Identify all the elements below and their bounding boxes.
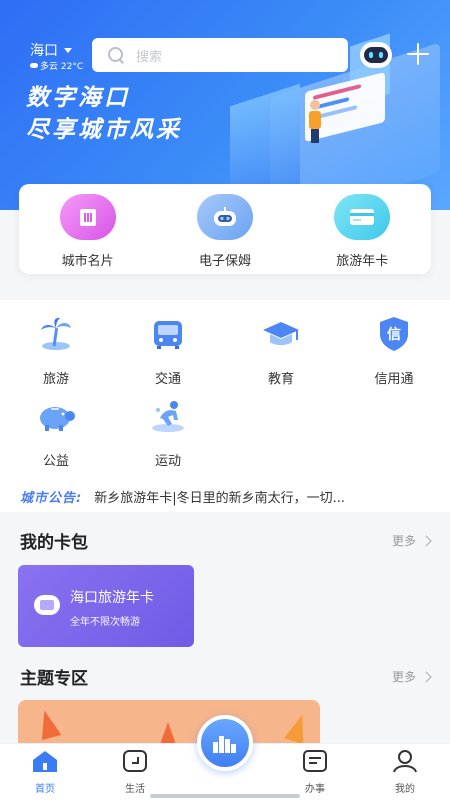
chevron-right-icon [420,534,432,547]
more-label: 更多 [391,534,416,548]
service-education[interactable]: 教育 [225,312,337,387]
search-icon [108,47,124,63]
tab-label: 首页 [35,784,55,795]
service-e-nanny[interactable]: 电子保姆 [165,194,285,274]
theme-header: 主题专区 更多 [20,664,432,689]
city-selector[interactable]: 海口 [30,40,72,60]
robot-icon [196,194,253,240]
service-label: 教育 [267,372,294,387]
tab-life[interactable]: 生活 [105,748,165,795]
building-icon [59,194,116,240]
city-skyline-icon [213,736,236,753]
more-label: 更多 [391,670,416,684]
weather-info: 多云 22°C [30,59,83,72]
tab-tasks[interactable]: 办事 [285,748,345,795]
chevron-right-icon [420,670,432,683]
card-icon [34,595,60,615]
notice-text: 新乡旅游年卡|冬日里的新乡南太行，一切... [94,490,345,506]
search-input[interactable]: 搜索 [92,38,348,72]
service-label: 旅游 [42,372,69,387]
shield-icon: 信 [372,312,416,356]
banner-slogan-line2: 尽享城市风采 [26,117,182,143]
hero-banner[interactable]: 数字海口 尽享城市风采 [0,0,450,210]
banner-slogan-line1: 数字海口 [26,85,130,111]
tab-label: 生活 [125,784,145,795]
section-title: 我的卡包 [20,533,88,553]
service-charity[interactable]: 公益 [0,394,112,469]
graduation-cap-icon [259,312,303,356]
service-transport[interactable]: 交通 [112,312,224,387]
more-link[interactable]: 更多 [391,668,432,685]
assistant-robot-icon[interactable] [360,42,392,68]
cloud-icon [30,63,38,68]
home-indicator [150,794,300,798]
card-pack-header: 我的卡包 更多 [20,528,432,553]
tab-profile[interactable]: 我的 [375,748,435,795]
plus-icon[interactable] [406,42,430,66]
weather-text: 多云 22°C [40,62,84,72]
tab-home[interactable]: 首页 [15,748,75,795]
more-link[interactable]: 更多 [391,532,432,549]
bus-icon [146,312,190,356]
piggy-bank-icon [34,394,78,438]
shield-glyph: 信 [387,327,401,343]
city-name: 海口 [30,43,58,59]
tab-label: 办事 [305,784,325,795]
service-tourism[interactable]: 旅游 [0,312,112,387]
dropdown-arrow-icon [64,47,72,53]
card-subtitle: 全年不限次畅游 [70,617,140,628]
running-icon [146,394,190,438]
search-placeholder: 搜索 [136,49,163,65]
city-notice-bar[interactable]: 城市公告: 新乡旅游年卡|冬日里的新乡南太行，一切... [0,480,450,512]
palm-tree-icon [34,312,78,356]
service-label: 电子保姆 [198,254,251,269]
card-icon [334,194,391,240]
service-grid: 旅游 交通 教育 信 信用通 公益 运动 [0,300,450,480]
service-label: 信用通 [374,372,414,387]
service-sports[interactable]: 运动 [112,394,224,469]
service-label: 公益 [42,454,69,469]
person-illustration [308,100,322,144]
home-icon [32,748,58,774]
service-label: 运动 [154,454,181,469]
profile-icon [392,748,418,774]
tasks-icon [302,748,328,774]
service-label: 城市名片 [61,254,114,269]
city-center-button[interactable] [197,715,253,771]
service-credit[interactable]: 信 信用通 [338,312,450,387]
tour-annual-card[interactable]: 海口旅游年卡 全年不限次畅游 [18,565,194,647]
party-hat-icon [34,707,62,741]
service-label: 旅游年卡 [336,254,389,269]
featured-services-card: 城市名片 电子保姆 旅游年卡 [19,184,431,274]
card-name: 海口旅游年卡 [70,590,154,606]
life-icon [122,748,148,774]
section-title: 主题专区 [20,669,88,689]
tab-label: 我的 [395,784,415,795]
service-city-card[interactable]: 城市名片 [28,194,148,274]
notice-tag: 城市公告: [20,490,83,506]
party-hat-icon [284,711,312,745]
service-tour-card[interactable]: 旅游年卡 [302,194,422,274]
service-label: 交通 [154,372,181,387]
